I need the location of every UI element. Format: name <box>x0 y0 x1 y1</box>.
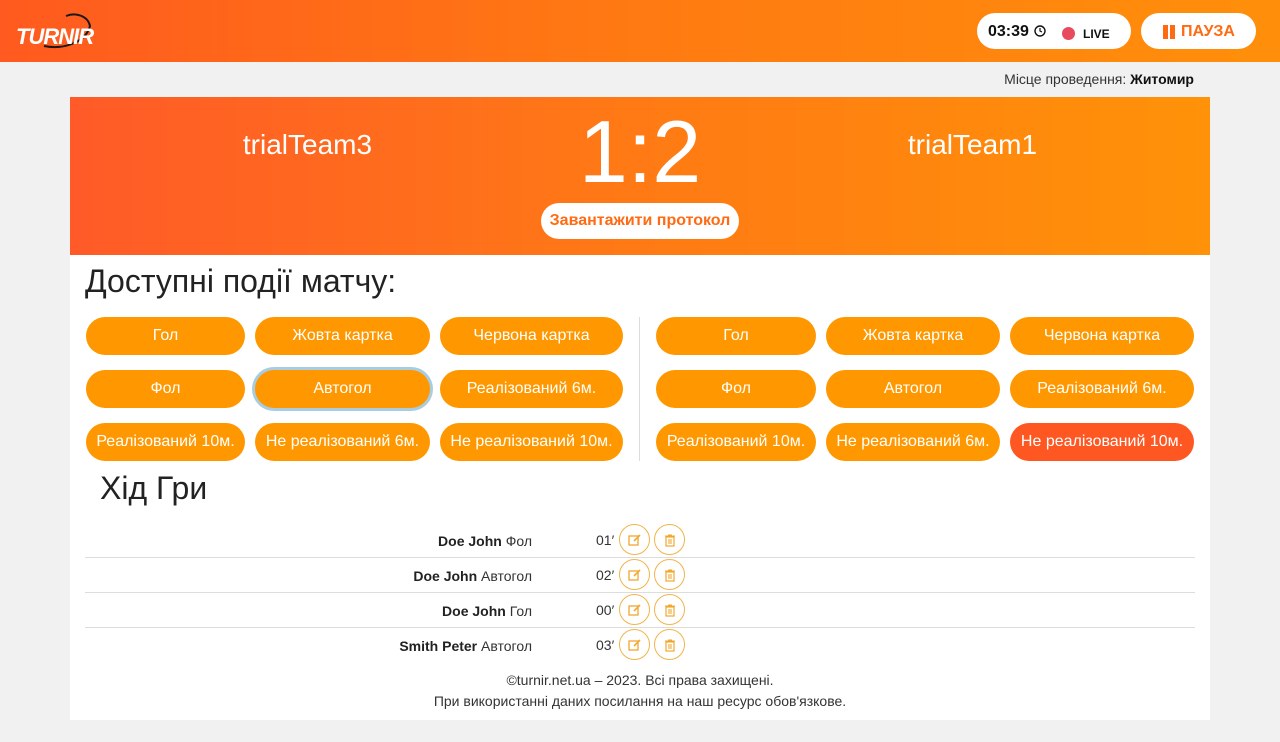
turnir-logo[interactable]: TURNIR <box>14 12 94 50</box>
home-goal-button[interactable]: Гол <box>86 317 245 355</box>
log-entry-text: Doe John Автогол <box>413 568 532 584</box>
trash-icon <box>665 604 675 617</box>
venue-value: Житомир <box>1130 71 1194 87</box>
log-event-name: Фол <box>505 533 532 549</box>
footer-copyright: ©turnir.net.ua – 2023. Всі права захищен… <box>506 672 774 688</box>
pause-label: ПАУЗА <box>1181 23 1235 40</box>
log-minute: 03′ <box>596 637 615 653</box>
log-row: Smith Peter Автогол 03′ <box>85 628 1195 663</box>
live-badge: LIVE <box>1055 21 1119 43</box>
home-penalty-10m-scored-button[interactable]: Реалізований 10м. <box>86 423 245 461</box>
edit-icon <box>628 604 641 616</box>
live-dot-icon <box>1062 27 1075 40</box>
delete-event-button[interactable] <box>654 524 685 555</box>
timer-value: 03:39 <box>988 23 1029 40</box>
log-row: Doe John Автогол 02′ <box>85 558 1195 593</box>
log-entry-text: Doe John Фол <box>438 533 532 549</box>
home-penalty-10m-missed-button[interactable]: Не реалізований 10м. <box>440 423 623 461</box>
log-minute: 01′ <box>596 532 615 548</box>
edit-icon <box>628 639 641 651</box>
score-panel: trialTeam3 1:2 trialTeam1 Завантажити пр… <box>70 97 1210 255</box>
edit-icon <box>628 534 641 546</box>
away-penalty-10m-missed-button[interactable]: Не реалізований 10м. <box>1010 423 1194 461</box>
away-foul-button[interactable]: Фол <box>656 370 816 408</box>
away-goal-button[interactable]: Гол <box>656 317 816 355</box>
away-red-card-button[interactable]: Червона картка <box>1010 317 1194 355</box>
download-protocol-button[interactable]: Завантажити протокол <box>541 203 739 239</box>
away-team-name: trialTeam1 <box>907 129 1038 160</box>
main-content: Доступні події матчу: Гол Жовта картка Ч… <box>70 255 1210 720</box>
edit-event-button[interactable] <box>619 594 650 625</box>
footer-notice: При використанні даних посилання на наш … <box>433 693 847 709</box>
log-player-name: Doe John <box>413 568 478 584</box>
away-penalty-6m-scored-button[interactable]: Реалізований 6м. <box>1010 370 1194 408</box>
log-event-name: Автогол <box>481 568 532 584</box>
log-player-name: Smith Peter <box>399 638 478 654</box>
log-entry-text: Smith Peter Автогол <box>399 638 532 654</box>
delete-event-button[interactable] <box>654 559 685 590</box>
trash-icon <box>665 639 675 652</box>
venue-info: Місце проведення: Житомир <box>1004 71 1194 87</box>
log-row: Doe John Гол 00′ <box>85 593 1195 628</box>
away-penalty-10m-scored-button[interactable]: Реалізований 10м. <box>656 423 816 461</box>
trash-icon <box>665 569 675 582</box>
log-player-name: Doe John <box>442 603 506 619</box>
away-penalty-6m-missed-button[interactable]: Не реалізований 6м. <box>826 423 1000 461</box>
home-own-goal-button[interactable]: Автогол <box>255 370 430 408</box>
venue-label: Місце проведення: <box>1004 71 1127 87</box>
log-row: Doe John Фол 01′ <box>85 523 1195 558</box>
pause-button[interactable]: ПАУЗА <box>1141 13 1256 49</box>
pause-icon <box>1163 25 1175 39</box>
edit-event-button[interactable] <box>619 629 650 660</box>
home-penalty-6m-scored-button[interactable]: Реалізований 6м. <box>440 370 623 408</box>
events-divider <box>639 317 640 461</box>
home-foul-button[interactable]: Фол <box>86 370 245 408</box>
clock-icon <box>1034 25 1046 37</box>
log-entry-text: Doe John Гол <box>442 603 532 619</box>
events-title: Доступні події матчу: <box>85 263 397 299</box>
log-event-name: Гол <box>509 603 532 619</box>
log-minute: 02′ <box>596 567 615 583</box>
home-red-card-button[interactable]: Червона картка <box>440 317 623 355</box>
home-team-name: trialTeam3 <box>242 129 373 160</box>
away-own-goal-button[interactable]: Автогол <box>826 370 1000 408</box>
home-yellow-card-button[interactable]: Жовта картка <box>255 317 430 355</box>
edit-icon <box>628 569 641 581</box>
log-event-name: Автогол <box>481 638 532 654</box>
home-penalty-6m-missed-button[interactable]: Не реалізований 6м. <box>255 423 430 461</box>
log-minute: 00′ <box>596 602 615 618</box>
edit-event-button[interactable] <box>619 559 650 590</box>
delete-event-button[interactable] <box>654 629 685 660</box>
away-yellow-card-button[interactable]: Жовта картка <box>826 317 1000 355</box>
edit-event-button[interactable] <box>619 524 650 555</box>
delete-event-button[interactable] <box>654 594 685 625</box>
logo-text: TURNIR <box>16 24 94 49</box>
match-timer: 03:39 LIVE <box>977 13 1131 49</box>
game-log-title: Хід Гри <box>100 470 208 506</box>
log-player-name: Doe John <box>438 533 502 549</box>
match-score: 1:2 <box>578 102 702 201</box>
top-bar: TURNIR 03:39 LIVE ПАУЗА <box>0 0 1280 62</box>
trash-icon <box>665 534 675 547</box>
live-label: LIVE <box>1083 27 1110 41</box>
